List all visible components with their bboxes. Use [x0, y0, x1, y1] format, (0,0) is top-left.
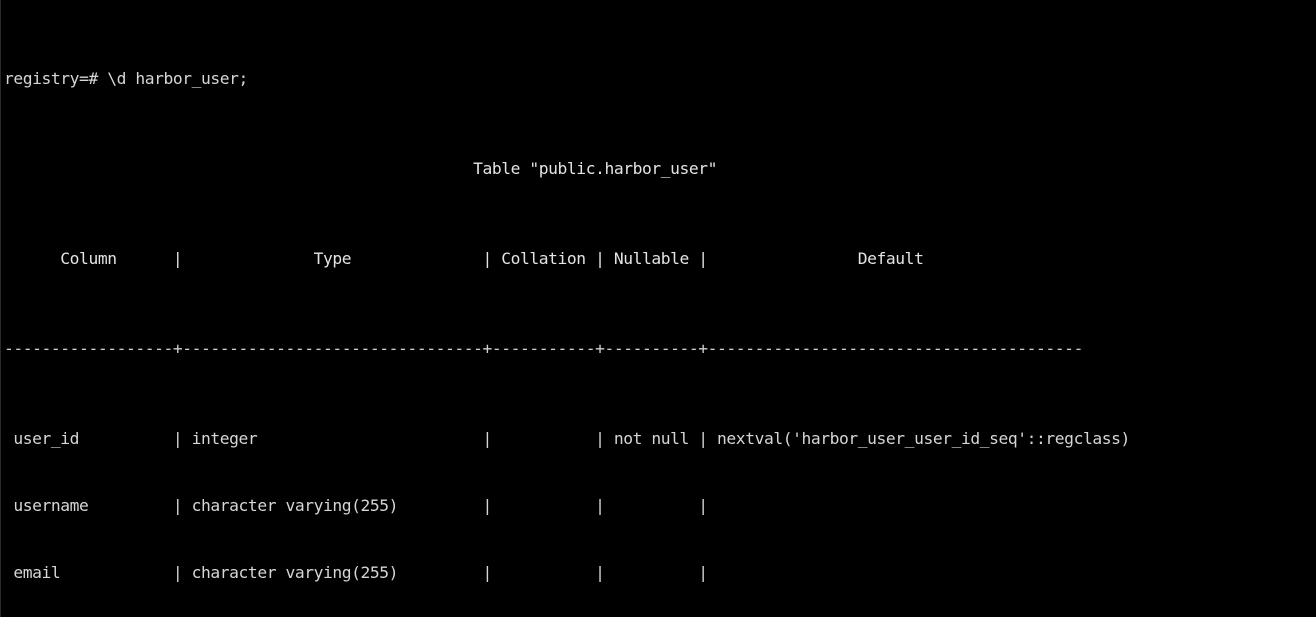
prompt-line: registry=# \d harbor_user;	[4, 69, 248, 89]
table-row: user_id | integer | | not null | nextval…	[4, 428, 1130, 448]
table-caption: Table "public.harbor_user"	[4, 159, 718, 179]
table-header-row: Column | Type | Collation | Nullable | D…	[4, 248, 1083, 268]
table-row: username | character varying(255) | | |	[4, 495, 718, 515]
terminal-window[interactable]: registry=# \d harbor_user; Table "public…	[0, 0, 1316, 617]
terminal-screen: registry=# \d harbor_user; Table "public…	[4, 1, 1312, 617]
table-separator-row: ------------------+---------------------…	[4, 338, 1083, 358]
table-row: email | character varying(255) | | |	[4, 563, 718, 583]
